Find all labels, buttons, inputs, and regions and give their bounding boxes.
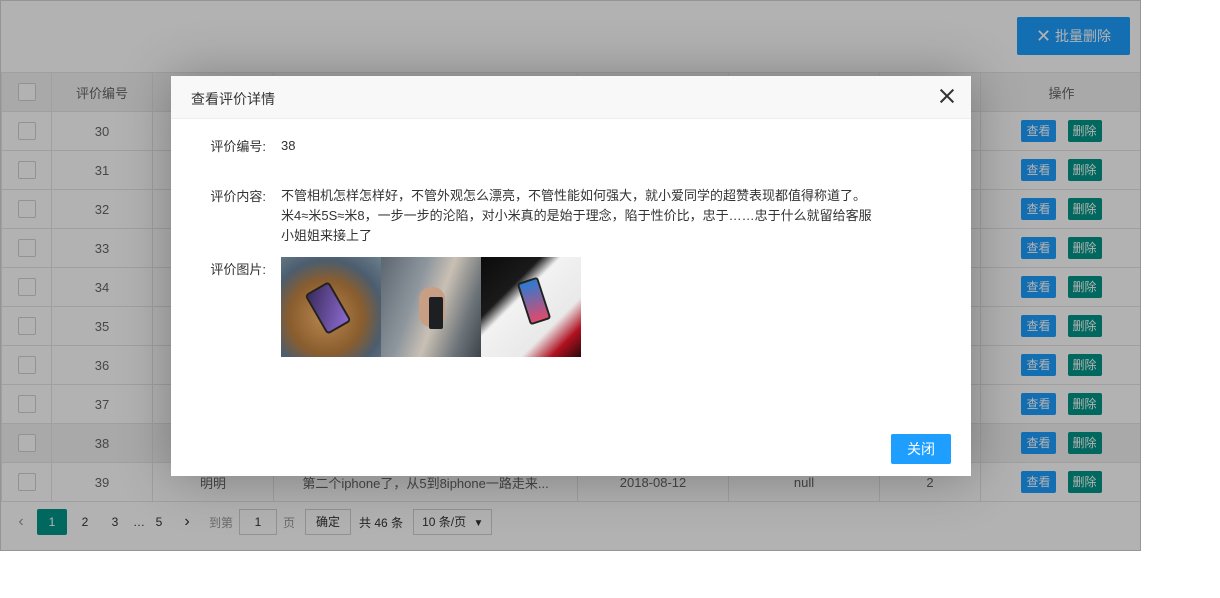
review-id-value: 38 xyxy=(281,138,296,153)
phone-in-hand-image xyxy=(429,297,443,329)
phone-with-flowers-image xyxy=(516,276,552,326)
review-content-value: 不管相机怎样怎样好，不管外观怎么漂亮，不管性能如何强大，就小爱同学的超赞表现都值… xyxy=(281,188,872,243)
review-images xyxy=(281,257,581,357)
phone-on-table-image xyxy=(304,281,352,335)
review-image-2[interactable] xyxy=(381,257,481,357)
review-images-label: 评价图片: xyxy=(210,262,266,277)
modal-header: 查看评价详情 xyxy=(171,76,971,119)
review-content-row: 评价内容: 不管相机怎样怎样好，不管外观怎么漂亮，不管性能如何强大，就小爱同学的… xyxy=(171,186,971,246)
modal-title: 查看评价详情 xyxy=(191,91,275,107)
review-id-label: 评价编号: xyxy=(210,139,266,154)
modal-close-button[interactable]: 关闭 xyxy=(891,434,951,464)
review-id-row: 评价编号: 38 xyxy=(171,136,971,156)
review-detail-modal: 查看评价详情 评价编号: 38 评价内容: 不管相机怎样怎样好，不管外观怎么漂亮… xyxy=(171,76,971,476)
review-image-3[interactable] xyxy=(481,257,581,357)
review-content-label: 评价内容: xyxy=(210,189,266,204)
close-icon[interactable] xyxy=(939,88,955,104)
review-image-1[interactable] xyxy=(281,257,381,357)
